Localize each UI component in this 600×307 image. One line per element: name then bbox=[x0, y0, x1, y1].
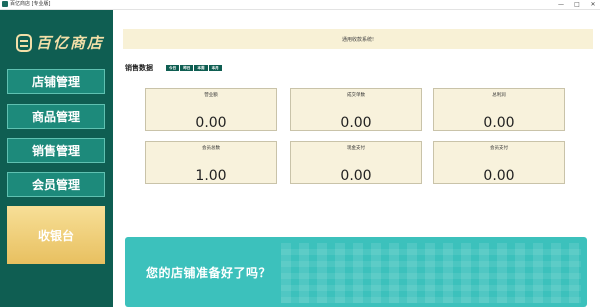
stat-value: 1.00 bbox=[195, 168, 227, 184]
date-filter-group: 今日 昨日 本周 本月 bbox=[166, 65, 222, 71]
stat-label: 总利润 bbox=[492, 93, 506, 98]
nav-member-management-button[interactable]: 会员管理 bbox=[7, 172, 105, 197]
stat-value: 0.00 bbox=[195, 115, 227, 131]
notice-bar: 通用收款系统! bbox=[123, 29, 593, 49]
stat-value: 0.00 bbox=[483, 115, 515, 131]
window-controls: — □ ✕ bbox=[556, 0, 598, 9]
stat-card-orders: 成交单数 0.00 bbox=[290, 88, 422, 131]
stat-label: 会员支付 bbox=[490, 146, 508, 151]
stat-value: 0.00 bbox=[483, 168, 515, 184]
stat-card-cash-payment: 现金支付 0.00 bbox=[290, 141, 422, 184]
stat-value: 0.00 bbox=[340, 115, 372, 131]
filter-this-week-button[interactable]: 本周 bbox=[194, 65, 208, 71]
window-title: 百亿商店 [专业版] bbox=[10, 1, 51, 7]
stat-card-revenue: 营业额 0.00 bbox=[145, 88, 277, 131]
stat-value: 0.00 bbox=[340, 168, 372, 184]
stat-label: 会员总数 bbox=[202, 146, 220, 151]
logo-text: 百亿商店 bbox=[36, 34, 105, 52]
stat-label: 成交单数 bbox=[347, 93, 365, 98]
title-bar: 百亿商店 [专业版] — □ ✕ bbox=[0, 0, 600, 10]
stat-label: 现金支付 bbox=[347, 146, 365, 151]
stat-label: 营业额 bbox=[204, 93, 218, 98]
sales-section-title: 销售数据 bbox=[125, 64, 153, 72]
stat-card-member-payment: 会员支付 0.00 bbox=[433, 141, 565, 184]
promo-banner: 您的店铺准备好了吗？ bbox=[125, 237, 587, 307]
banner-headline: 您的店铺准备好了吗？ bbox=[146, 266, 272, 280]
nav-store-management-button[interactable]: 店铺管理 bbox=[7, 69, 105, 94]
filter-today-button[interactable]: 今日 bbox=[166, 65, 180, 71]
cashier-button[interactable]: 收银台 bbox=[7, 206, 105, 264]
filter-this-month-button[interactable]: 本月 bbox=[208, 65, 222, 71]
close-icon[interactable]: ✕ bbox=[588, 0, 598, 9]
banner-pattern bbox=[281, 243, 581, 303]
stat-card-profit: 总利润 0.00 bbox=[433, 88, 565, 131]
maximize-icon[interactable]: □ bbox=[572, 0, 582, 9]
filter-yesterday-button[interactable]: 昨日 bbox=[180, 65, 194, 71]
stat-card-member-total: 会员总数 1.00 bbox=[145, 141, 277, 184]
nav-sales-management-button[interactable]: 销售管理 bbox=[7, 138, 105, 163]
app-icon bbox=[2, 1, 8, 7]
store-logo-icon bbox=[16, 33, 32, 52]
nav-product-management-button[interactable]: 商品管理 bbox=[7, 104, 105, 129]
logo: 百亿商店 bbox=[16, 32, 104, 53]
minimize-icon[interactable]: — bbox=[556, 0, 566, 9]
